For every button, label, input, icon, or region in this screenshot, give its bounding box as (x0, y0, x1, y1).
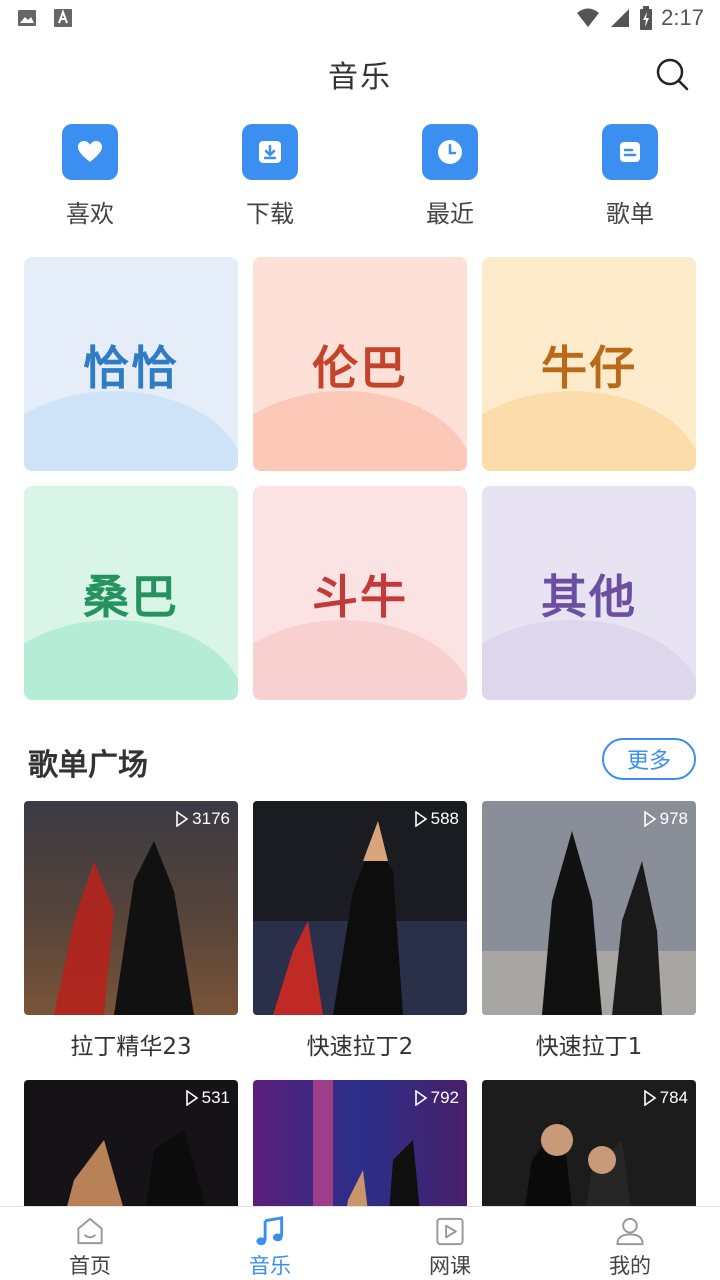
playlist-cover: 978 (482, 801, 696, 1015)
quick-recent-label: 最近 (426, 200, 474, 228)
nav-label: 音乐 (249, 1254, 291, 1278)
category-cha-cha[interactable]: 恰恰 (24, 257, 238, 471)
category-jive[interactable]: 牛仔 (482, 257, 696, 471)
status-time: 2:17 (661, 5, 704, 30)
quick-actions: 喜欢 下载 最近 歌单 (0, 124, 720, 234)
nav-label: 我的 (609, 1254, 651, 1278)
play-count: 978 (659, 809, 688, 828)
battery-icon (640, 6, 653, 30)
nav-music[interactable]: 音乐 (180, 1207, 360, 1280)
nav-course[interactable]: 网课 (360, 1207, 540, 1280)
playlist-name: 快速拉丁1 (535, 1034, 643, 1060)
category-label: 桑巴 (83, 570, 179, 624)
more-button[interactable]: 更多 (602, 738, 696, 780)
playlist-name: 拉丁精华23 (70, 1034, 192, 1060)
category-label: 恰恰 (83, 341, 179, 395)
quick-like[interactable]: 喜欢 (30, 124, 150, 229)
nav-home[interactable]: 首页 (0, 1207, 180, 1280)
category-rumba[interactable]: 伦巴 (253, 257, 467, 471)
profile-icon (616, 1217, 644, 1246)
nav-label: 首页 (69, 1254, 111, 1278)
play-icon (176, 811, 189, 827)
play-icon (643, 811, 657, 827)
nav-label: 网课 (429, 1254, 471, 1278)
playlist-name: 快速拉丁2 (306, 1034, 414, 1060)
section-title: 歌单广场 (28, 748, 148, 783)
play-icon (185, 1090, 199, 1106)
playlist-icon (602, 124, 658, 180)
playlist-cover: 588 (253, 801, 467, 1015)
category-label: 斗牛 (312, 570, 408, 624)
home-icon (77, 1217, 103, 1245)
playlist-card[interactable]: 588 快速拉丁2 (253, 801, 467, 1061)
play-count: 3176 (192, 809, 230, 828)
download-icon (242, 124, 298, 180)
search-icon[interactable] (654, 56, 690, 92)
status-bar: 2:17 (0, 0, 720, 36)
category-label: 伦巴 (312, 341, 408, 395)
category-paso-doble[interactable]: 斗牛 (253, 486, 467, 700)
category-label: 其他 (541, 570, 637, 624)
category-other[interactable]: 其他 (482, 486, 696, 700)
quick-download-label: 下载 (246, 200, 294, 228)
signal-icon (611, 9, 630, 27)
category-label: 牛仔 (541, 341, 637, 395)
quick-playlist-label: 歌单 (606, 200, 654, 228)
play-icon (643, 1090, 657, 1106)
page-title: 音乐 (328, 60, 392, 95)
video-course-icon (436, 1217, 464, 1246)
quick-recent[interactable]: 最近 (390, 124, 510, 229)
clock-icon (422, 124, 478, 180)
wifi-icon (577, 8, 600, 27)
heart-icon (62, 124, 118, 180)
keyboard-notification-icon (54, 9, 72, 27)
nav-profile[interactable]: 我的 (540, 1207, 720, 1280)
play-count: 792 (430, 1088, 459, 1107)
play-icon (414, 1090, 428, 1106)
bottom-nav: 首页 音乐 网课 我的 (0, 1206, 720, 1280)
category-samba[interactable]: 桑巴 (24, 486, 238, 700)
play-icon (414, 811, 428, 827)
play-count: 784 (659, 1088, 688, 1107)
image-notification-icon (18, 10, 36, 26)
quick-playlist[interactable]: 歌单 (570, 124, 690, 229)
header: 音乐 (0, 36, 720, 112)
play-count: 531 (201, 1088, 230, 1107)
music-note-icon (256, 1216, 284, 1246)
playlist-card[interactable]: 3176 拉丁精华23 (24, 801, 238, 1061)
playlist-card[interactable]: 978 快速拉丁1 (482, 801, 696, 1061)
playlist-cover: 3176 (24, 801, 238, 1015)
play-count: 588 (430, 809, 459, 828)
quick-download[interactable]: 下载 (210, 124, 330, 229)
quick-like-label: 喜欢 (66, 200, 114, 228)
